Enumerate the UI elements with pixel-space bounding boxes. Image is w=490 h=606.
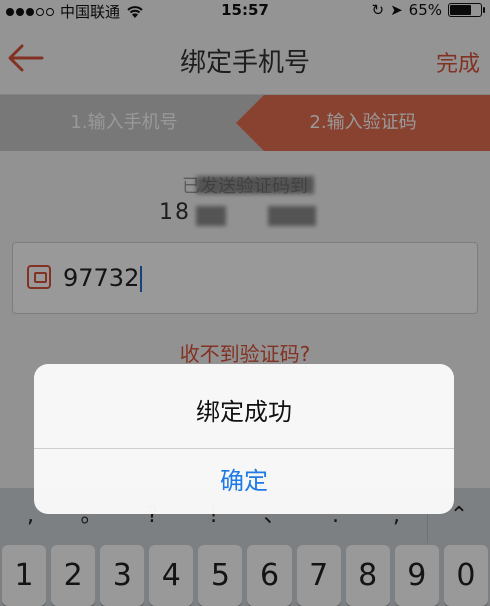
confirm-button[interactable]: 确定: [34, 448, 454, 514]
app-screen: 中国联通 15:57 ↻ ➤ 65% 绑定手机号 完成 1.输入手机号 2.输入…: [0, 0, 490, 606]
alert-dialog: 绑定成功 确定: [34, 364, 454, 514]
alert-message: 绑定成功: [196, 398, 292, 426]
modal-overlay: [0, 0, 490, 606]
